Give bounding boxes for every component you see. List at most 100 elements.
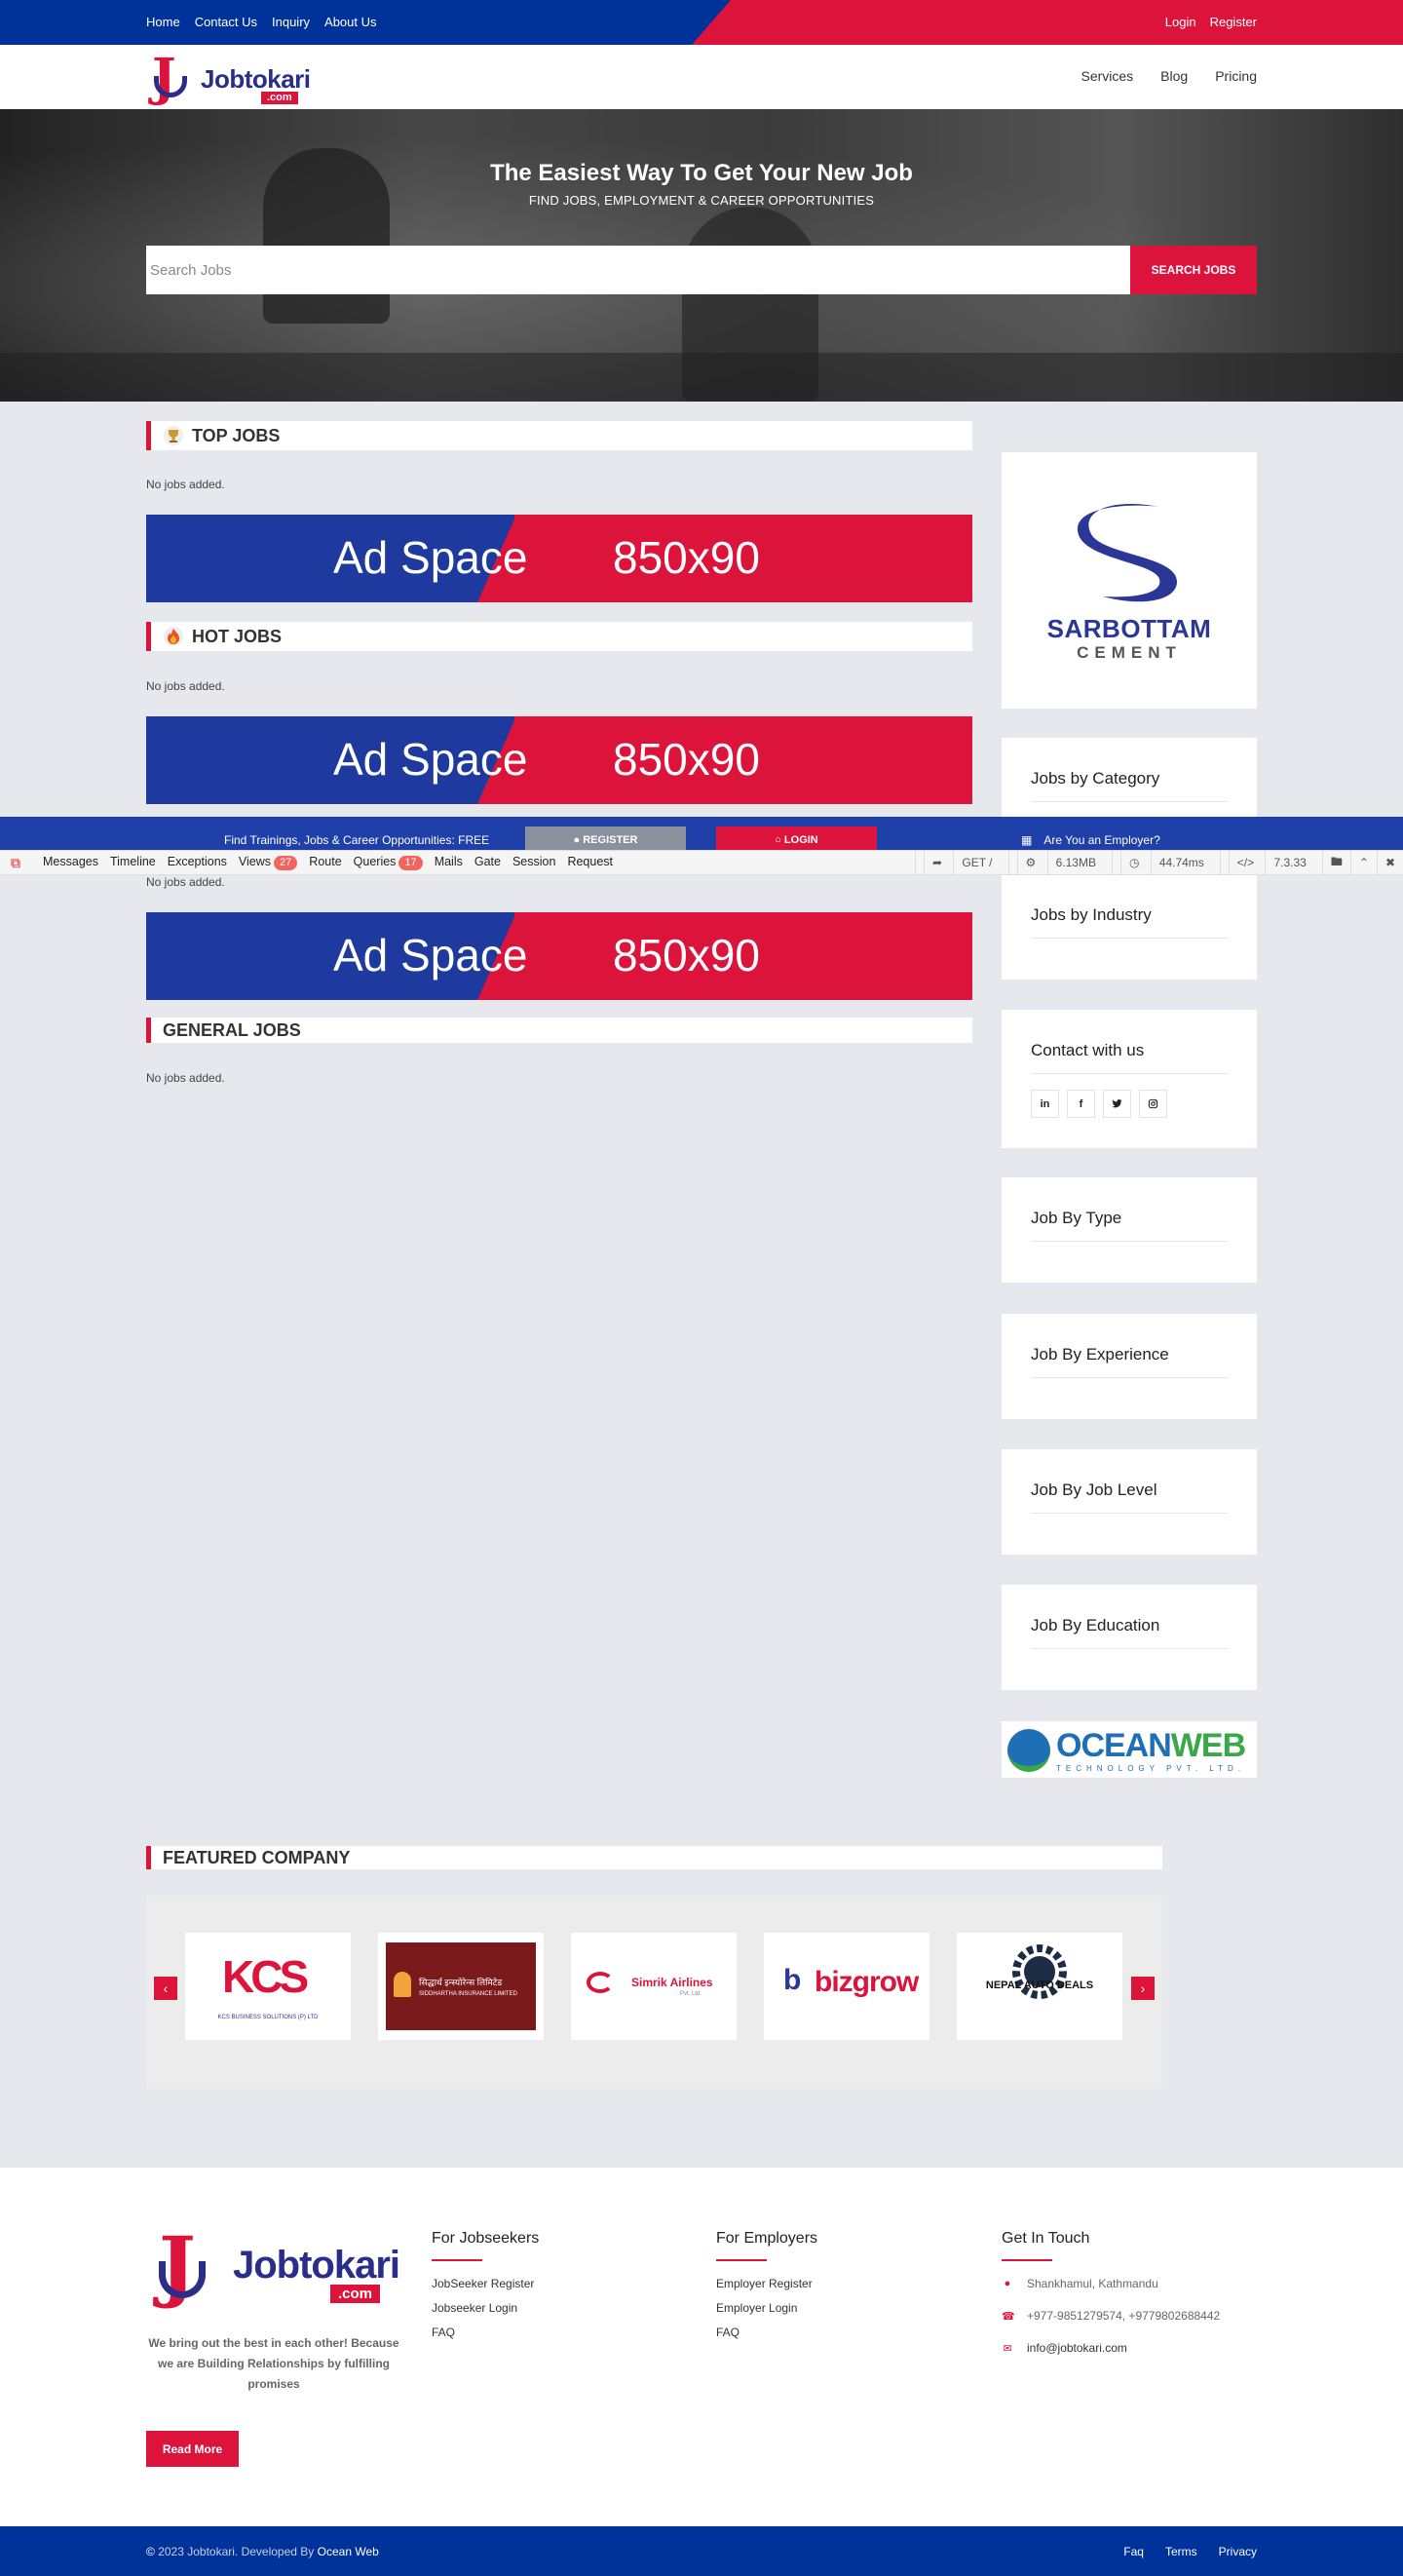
site-logo[interactable]: J Jobtokari .com — [152, 53, 311, 104]
footer-email: ✉ info@jobtokari.com — [1002, 2341, 1220, 2355]
jobseeker-login-link[interactable]: Jobseeker Login — [432, 2301, 539, 2315]
fire-icon — [163, 626, 184, 647]
company-logo-nepal-auto-deals[interactable]: NEPAL AUTO DEALS — [957, 1933, 1122, 2040]
faq-link[interactable]: Faq — [1123, 2545, 1144, 2558]
privacy-link[interactable]: Privacy — [1219, 2545, 1257, 2558]
sponsor-sarbottam[interactable]: SARBOTTAM CEMENT — [1002, 452, 1257, 709]
top-link-inquiry[interactable]: Inquiry — [272, 15, 310, 29]
oceanweb-ad[interactable]: OCEANWEB TECHNOLOGY PVT. LTD. — [1002, 1721, 1257, 1778]
nav-item-services[interactable]: Services — [1081, 68, 1133, 84]
siddhartha-emblem-icon — [394, 1972, 411, 1997]
jobseeker-faq-link[interactable]: FAQ — [432, 2326, 539, 2339]
debug-tab-messages[interactable]: Messages — [43, 855, 98, 870]
debug-tab-exceptions[interactable]: Exceptions — [168, 855, 227, 870]
envelope-icon: ✉ — [1003, 2342, 1012, 2355]
job-search-input[interactable] — [146, 246, 1130, 294]
search-jobs-button[interactable]: SEARCH JOBS — [1130, 246, 1257, 294]
debug-memory[interactable]: ⚙ 6.13MB — [1007, 851, 1112, 874]
contact-card: Contact with us in f — [1002, 1010, 1257, 1148]
debug-tab-route[interactable]: Route — [309, 855, 341, 870]
close-icon[interactable]: ✖ — [1376, 851, 1403, 874]
jobseeker-register-link[interactable]: JobSeeker Register — [432, 2277, 539, 2290]
company-logo-siddhartha[interactable]: सिद्धार्थ इन्स्योरेन्स लिमिटेड SIDDHARTH… — [378, 1933, 544, 2040]
sticky-promo-bar: Find Trainings, Jobs & Career Opportunit… — [0, 817, 1403, 850]
top-links: Home Contact Us Inquiry About Us — [146, 15, 377, 29]
card-divider — [1031, 801, 1228, 802]
copyright-bar: © 2023 Jobtokari. Developed By Ocean Web… — [0, 2526, 1403, 2576]
promo-text: Find Trainings, Jobs & Career Opportunit… — [224, 833, 490, 847]
card-title: Job By Experience — [1031, 1345, 1169, 1364]
developer-link[interactable]: Ocean Web — [318, 2545, 379, 2558]
folder-icon[interactable]: 🖿 — [1321, 851, 1350, 874]
card-title: Job By Type — [1031, 1209, 1122, 1227]
email-link[interactable]: info@jobtokari.com — [1027, 2341, 1127, 2355]
hot-jobs-title: HOT JOBS — [192, 626, 283, 646]
linkedin-icon[interactable]: in — [1031, 1090, 1059, 1118]
ad-banner[interactable]: Ad Space 850x90 — [146, 912, 972, 1000]
logo-name: Jobtokari — [201, 64, 311, 94]
debug-tab-request[interactable]: Request — [567, 855, 613, 870]
employer-register-link[interactable]: Employer Register — [716, 2277, 817, 2290]
employer-faq-link[interactable]: FAQ — [716, 2326, 817, 2339]
promo-employer[interactable]: ▦ Are You an Employer? — [1021, 833, 1160, 847]
trophy-icon — [163, 425, 184, 446]
debug-method[interactable]: ➦ GET / — [914, 851, 1008, 874]
footer-phone: ☎ +977-9851279574, +9779802688442 — [1002, 2309, 1220, 2323]
company-logo-simrik[interactable]: Simrik Airlines Pvt. Ltd. — [571, 1933, 737, 2040]
general-jobs-header: GENERAL JOBS — [146, 1018, 972, 1043]
debug-tab-session[interactable]: Session — [512, 855, 555, 870]
ad-size: 850x90 — [613, 532, 760, 583]
queries-label: Queries — [353, 855, 397, 868]
debug-php[interactable]: </> 7.3.33 — [1219, 851, 1322, 874]
debug-tab-mails[interactable]: Mails — [435, 855, 463, 870]
laravel-icon[interactable]: ⧉ — [0, 855, 31, 871]
company-logo-bizgrow[interactable]: b bizgrow — [764, 1933, 929, 2040]
nav-item-pricing[interactable]: Pricing — [1215, 68, 1257, 84]
carousel-prev-button[interactable]: ‹ — [154, 1977, 177, 2000]
bizgrow-b-icon: b — [783, 1964, 802, 1996]
carousel-next-button[interactable]: › — [1131, 1977, 1155, 2000]
debugbar-tabs: Messages Timeline Exceptions Views 27 Rou… — [43, 855, 613, 870]
company-logo-kcs[interactable]: KCS KCS BUSINESS SOLUTIONS (P) LTD — [185, 1933, 351, 2040]
promo-login-button[interactable]: ○ LOGIN — [716, 827, 877, 850]
footer-col-underline — [1002, 2259, 1052, 2261]
nav-item-blog[interactable]: Blog — [1160, 68, 1188, 84]
debug-tab-gate[interactable]: Gate — [474, 855, 501, 870]
terms-link[interactable]: Terms — [1165, 2545, 1197, 2558]
debug-time[interactable]: ◷ 44.74ms — [1111, 851, 1220, 874]
twitter-icon[interactable] — [1103, 1090, 1131, 1118]
footer-logo[interactable]: J Jobtokari .com — [159, 2226, 400, 2308]
top-link-contact[interactable]: Contact Us — [195, 15, 257, 29]
facebook-icon[interactable]: f — [1067, 1090, 1095, 1118]
ad-banner[interactable]: Ad Space 850x90 — [146, 515, 972, 602]
hot-jobs-empty: No jobs added. — [146, 679, 225, 693]
register-link[interactable]: Register — [1210, 15, 1257, 29]
employer-login-link[interactable]: Employer Login — [716, 2301, 817, 2315]
lock-icon: ○ — [775, 834, 784, 846]
ad-banner[interactable]: Ad Space 850x90 — [146, 716, 972, 804]
clock-icon: ◷ — [1119, 851, 1151, 874]
kcs-sub: KCS BUSINESS SOLUTIONS (P) LTD — [217, 2015, 319, 2020]
login-link[interactable]: Login — [1165, 15, 1196, 29]
debug-tab-timeline[interactable]: Timeline — [110, 855, 156, 870]
copyright-text: 2023 Jobtokari. Developed By — [158, 2545, 315, 2558]
debug-tab-views[interactable]: Views 27 — [239, 855, 298, 870]
nav-menu: Services Blog Pricing — [1081, 68, 1257, 84]
jobs-by-industry-card: Jobs by Industry — [1002, 875, 1257, 980]
promo-register-button[interactable]: ● REGISTER — [525, 827, 686, 850]
oceanweb-tech: TECHNOLOGY PVT. LTD. — [1056, 1764, 1245, 1773]
copyright-icon: © — [146, 2545, 155, 2558]
top-link-about[interactable]: About Us — [324, 15, 376, 29]
siddhartha-logo: सिद्धार्थ इन्स्योरेन्स लिमिटेड SIDDHARTH… — [386, 1942, 536, 2030]
chevron-up-icon[interactable]: ⌃ — [1349, 851, 1377, 874]
read-more-button[interactable]: Read More — [146, 2431, 239, 2467]
user-icon: ● — [573, 834, 584, 846]
code-icon: </> — [1228, 851, 1266, 874]
ad-label: Ad Space — [333, 930, 528, 980]
instagram-icon[interactable] — [1139, 1090, 1167, 1118]
debug-time-text: 44.74ms — [1150, 851, 1212, 874]
debug-tab-queries[interactable]: Queries 17 — [354, 855, 423, 870]
top-link-home[interactable]: Home — [146, 15, 180, 29]
bottom-links: Faq Terms Privacy — [1123, 2545, 1257, 2558]
siddhartha-english: SIDDHARTHA INSURANCE LIMITED — [419, 1991, 517, 1997]
